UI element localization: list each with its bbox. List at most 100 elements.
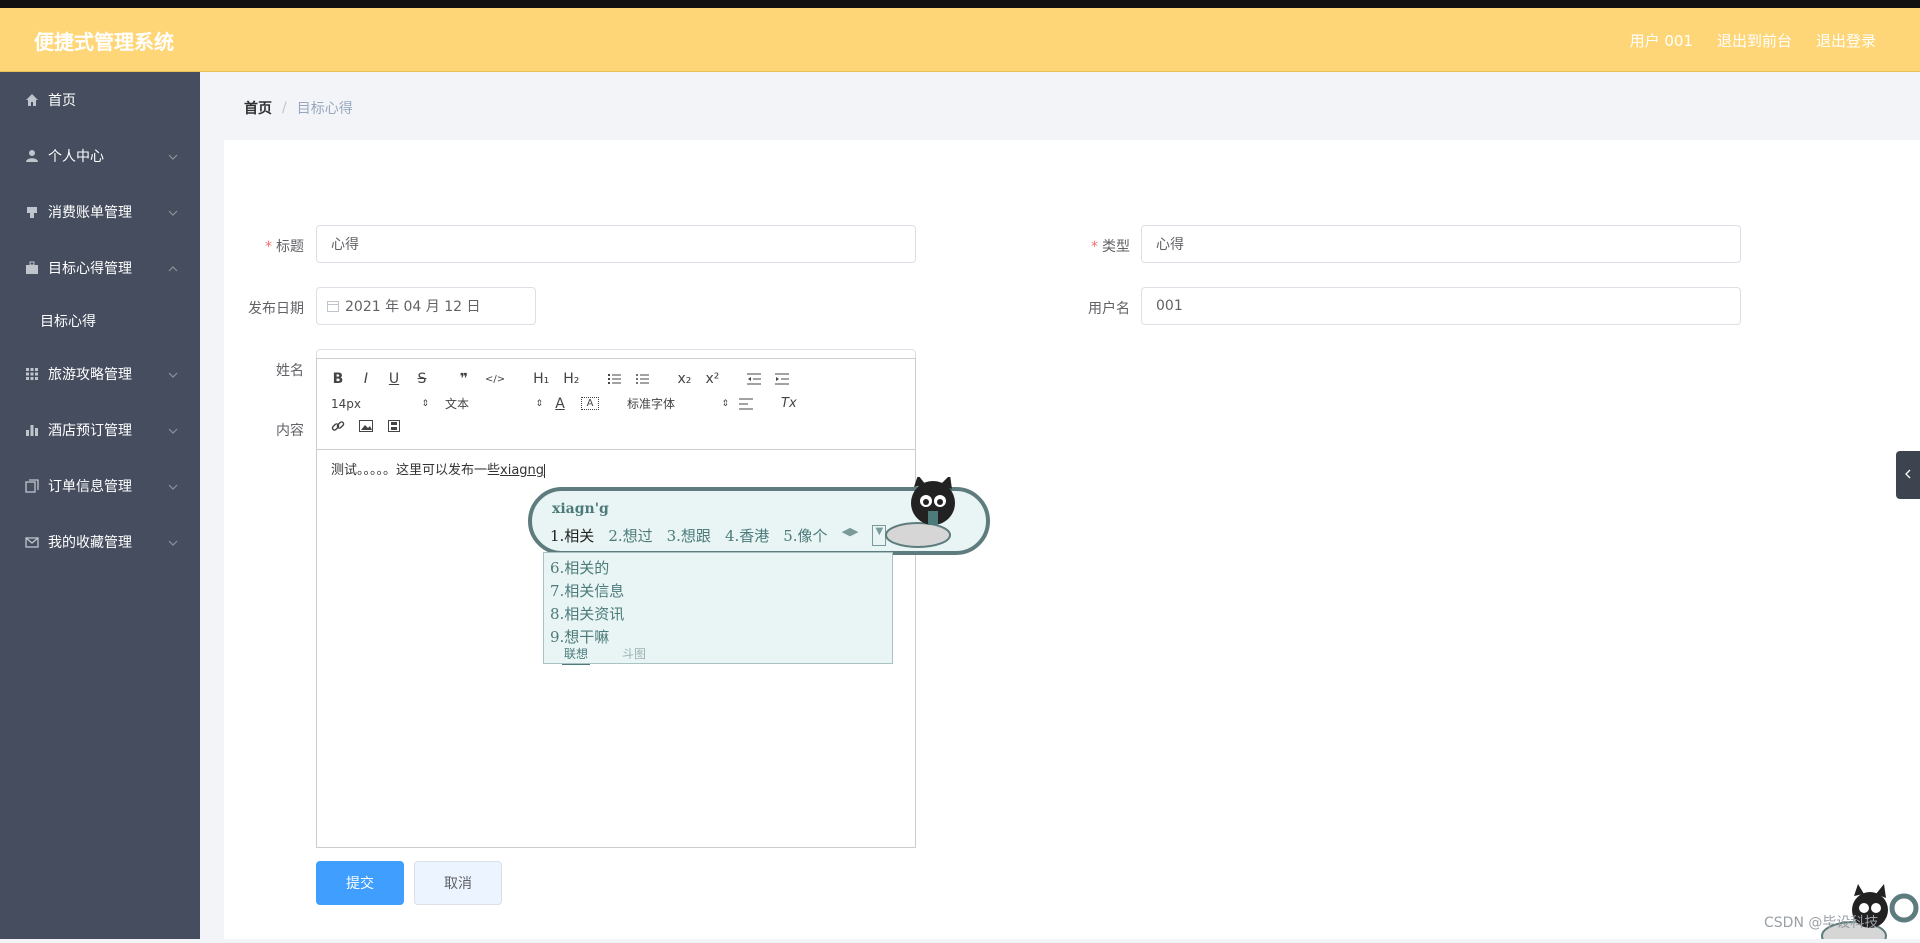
chevron-down-icon (168, 150, 178, 166)
header-2-button[interactable]: H₂ (563, 371, 579, 387)
superscript-button[interactable]: x² (705, 371, 719, 387)
sidebar-item-goals[interactable]: 目标心得管理 (0, 240, 200, 296)
ime-candidate-list: 6.相关的 7.相关信息 8.相关资讯 9.想干嘛 联想 斗图 (543, 552, 893, 665)
required-mark: * (1091, 239, 1098, 255)
underline-button[interactable]: U (387, 371, 401, 387)
image-icon[interactable] (359, 420, 373, 432)
username-input[interactable]: 001 (1141, 287, 1741, 325)
breadcrumb-separator: / (282, 100, 287, 116)
user-name-link[interactable]: 用户 001 (1630, 30, 1693, 51)
home-icon (24, 92, 40, 108)
font-color-icon[interactable]: A (553, 396, 567, 412)
paragraph-value: 文本 (445, 397, 470, 411)
sidebar-item-bills[interactable]: 消费账单管理 (0, 184, 200, 240)
breadcrumb-home[interactable]: 首页 (244, 98, 272, 118)
mascot-cat-icon (878, 475, 968, 559)
top-strip (0, 0, 1920, 8)
ime-input-text: xiagn'g (552, 501, 609, 517)
submit-button[interactable]: 提交 (316, 861, 404, 905)
sidebar-item-favorites[interactable]: 我的收藏管理 (0, 514, 200, 570)
align-left-icon[interactable] (739, 398, 753, 410)
chevron-down-icon (168, 206, 178, 222)
collapse-panel-button[interactable] (1896, 451, 1920, 499)
font-family-select[interactable]: 标准字体 ⇕ (627, 395, 739, 412)
sidebar-item-personal[interactable]: 个人中心 (0, 128, 200, 184)
header-1-button[interactable]: H₁ (533, 371, 549, 387)
exit-to-front-link[interactable]: 退出到前台 (1717, 30, 1792, 51)
ime-candidate[interactable]: 3.想跟 (667, 525, 711, 546)
paragraph-select[interactable]: 文本 ⇕ (439, 395, 553, 412)
sidebar-item-orders[interactable]: 订单信息管理 (0, 458, 200, 514)
ime-list-items: 6.相关的 7.相关信息 8.相关资讯 9.想干嘛 (550, 557, 624, 649)
watermark: CSDN @毕设科技 (1764, 915, 1879, 931)
sidebar-subitem-goal-notes[interactable]: 目标心得 (0, 296, 200, 346)
ime-tab-sticker[interactable]: 斗图 (622, 645, 646, 662)
ordered-list-icon[interactable] (607, 373, 622, 385)
sidebar-item-label: 旅游攻略管理 (48, 367, 132, 383)
sidebar-item-hotel[interactable]: 酒店预订管理 (0, 402, 200, 458)
cancel-button[interactable]: 取消 (414, 861, 502, 905)
sidebar-item-label: 消费账单管理 (48, 205, 132, 221)
sidebar-item-label: 酒店预订管理 (48, 423, 132, 439)
video-icon[interactable] (387, 420, 401, 432)
ime-candidate[interactable]: 6.相关的 (550, 557, 624, 580)
ime-candidate[interactable]: 8.相关资讯 (550, 603, 624, 626)
date-picker[interactable]: 2021 年 04 月 12 日 (316, 287, 536, 325)
app-title: 便捷式管理系统 (34, 30, 174, 54)
calendar-icon (327, 300, 339, 312)
strike-button[interactable]: S (415, 371, 429, 387)
chevron-down-icon (168, 480, 178, 496)
copy-icon (24, 478, 40, 494)
clean-format-button[interactable]: Tx (781, 396, 797, 411)
select-arrows-icon: ⇕ (535, 398, 543, 409)
italic-button[interactable]: I (359, 371, 373, 387)
editor-content[interactable]: 测试。。。。。这里可以发布一些xiagng (331, 459, 546, 478)
ime-page-arrows-icon[interactable]: ◀▶ (842, 525, 859, 546)
background-color-icon[interactable]: A (581, 397, 599, 410)
title-label: * 标题 (224, 236, 304, 256)
font-size-select[interactable]: 14px ⇕ (331, 397, 439, 411)
sidebar-item-label: 我的收藏管理 (48, 535, 132, 551)
ime-tab-association[interactable]: 联想 (562, 645, 591, 665)
username-label: 用户名 (1088, 301, 1130, 317)
text-caret (544, 463, 546, 478)
select-arrows-icon: ⇕ (721, 398, 729, 409)
sidebar-item-label: 订单信息管理 (48, 479, 132, 495)
indent-icon[interactable] (775, 373, 790, 385)
required-mark: * (265, 239, 272, 255)
breadcrumb: 首页 / 目标心得 (244, 98, 353, 118)
type-label: * 类型 (1050, 236, 1130, 256)
chevron-down-icon (168, 536, 178, 552)
ime-candidate[interactable]: 4.香港 (725, 525, 769, 546)
ime-candidate[interactable]: 1.相关 (550, 525, 594, 546)
bullet-list-icon[interactable] (635, 373, 650, 385)
ime-candidates-row: 1.相关 2.想过 3.想跟 4.香港 5.像个 ◀▶ ▼ (550, 525, 887, 546)
ime-candidate[interactable]: 7.相关信息 (550, 580, 624, 603)
chevron-down-icon (168, 424, 178, 440)
briefcase-icon (24, 260, 40, 276)
font-family-value: 标准字体 (627, 397, 676, 411)
ime-candidate[interactable]: 2.想过 (608, 525, 652, 546)
type-input[interactable]: 心得 (1141, 225, 1741, 263)
subscript-button[interactable]: x₂ (677, 371, 691, 387)
date-value: 2021 年 04 月 12 日 (345, 299, 481, 315)
ime-candidate-bar: xiagn'g 1.相关 2.想过 3.想跟 4.香港 5.像个 ◀▶ ▼ (528, 475, 990, 555)
code-block-button[interactable]: </> (485, 374, 505, 385)
ime-candidate[interactable]: 5.像个 (783, 525, 827, 546)
editor-text: 测试。。。。。这里可以发布一些 (331, 463, 501, 478)
header-actions: 用户 001 退出到前台 退出登录 (1630, 30, 1876, 51)
sidebar: 首页 个人中心 消费账单管理 目标心得管理 目标心得 旅游攻略管理 酒店预订管理… (0, 72, 200, 939)
select-arrows-icon: ⇕ (421, 398, 429, 409)
main-content: 首页 / 目标心得 * 标题 心得 * 类型 心得 发布日期 2021 年 04 月… (200, 72, 1920, 939)
stamp-icon (24, 204, 40, 220)
sidebar-item-travel[interactable]: 旅游攻略管理 (0, 346, 200, 402)
outdent-icon[interactable] (747, 373, 762, 385)
grid-icon (24, 366, 40, 382)
bold-button[interactable]: B (331, 371, 345, 387)
sidebar-item-home[interactable]: 首页 (0, 72, 200, 128)
logout-link[interactable]: 退出登录 (1816, 30, 1876, 51)
sidebar-item-label: 目标心得管理 (48, 261, 132, 277)
blockquote-button[interactable]: ❞ (457, 371, 471, 387)
title-input[interactable]: 心得 (316, 225, 916, 263)
link-icon[interactable] (331, 419, 345, 433)
